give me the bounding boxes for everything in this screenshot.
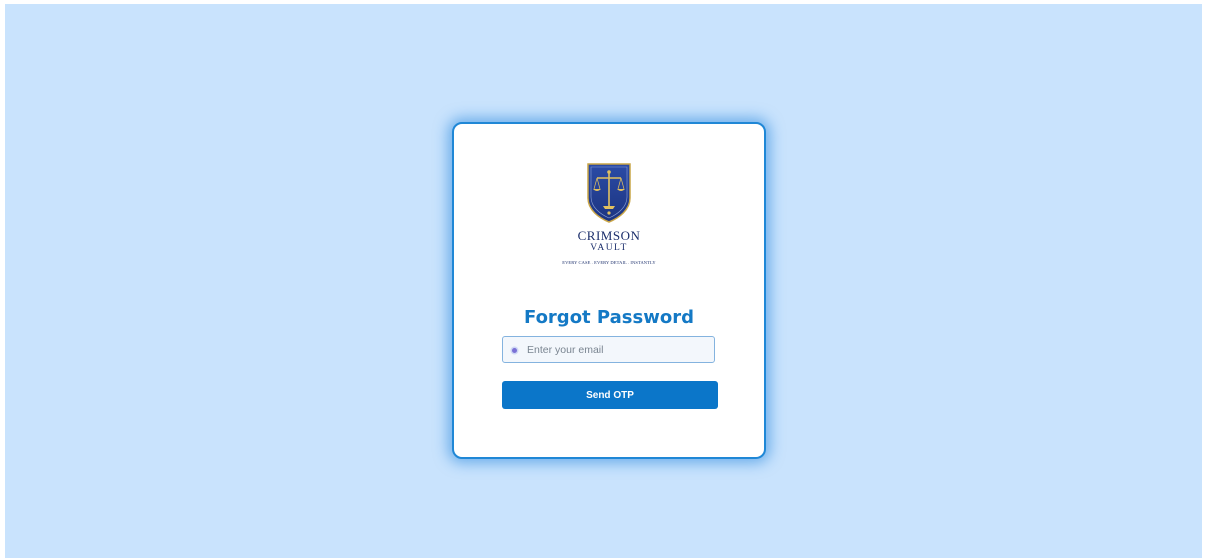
scales-of-justice-shield-icon xyxy=(587,163,631,223)
email-input[interactable] xyxy=(527,337,712,362)
brand-name: CRIMSON xyxy=(577,228,641,243)
send-otp-button[interactable]: Send OTP xyxy=(502,381,718,409)
page-title: Forgot Password xyxy=(524,307,694,328)
brand-subname: VAULT xyxy=(590,243,628,253)
brand-logo: CRIMSON VAULT EVERY CASE . EVERY DETAIL … xyxy=(454,162,764,265)
email-dot-icon xyxy=(512,348,517,353)
email-field-wrapper xyxy=(502,336,715,363)
forgot-password-card: CRIMSON VAULT EVERY CASE . EVERY DETAIL … xyxy=(452,122,766,459)
page-background: CRIMSON VAULT EVERY CASE . EVERY DETAIL … xyxy=(5,4,1202,558)
brand-tagline: EVERY CASE . EVERY DETAIL . INSTANTLY xyxy=(562,260,656,265)
